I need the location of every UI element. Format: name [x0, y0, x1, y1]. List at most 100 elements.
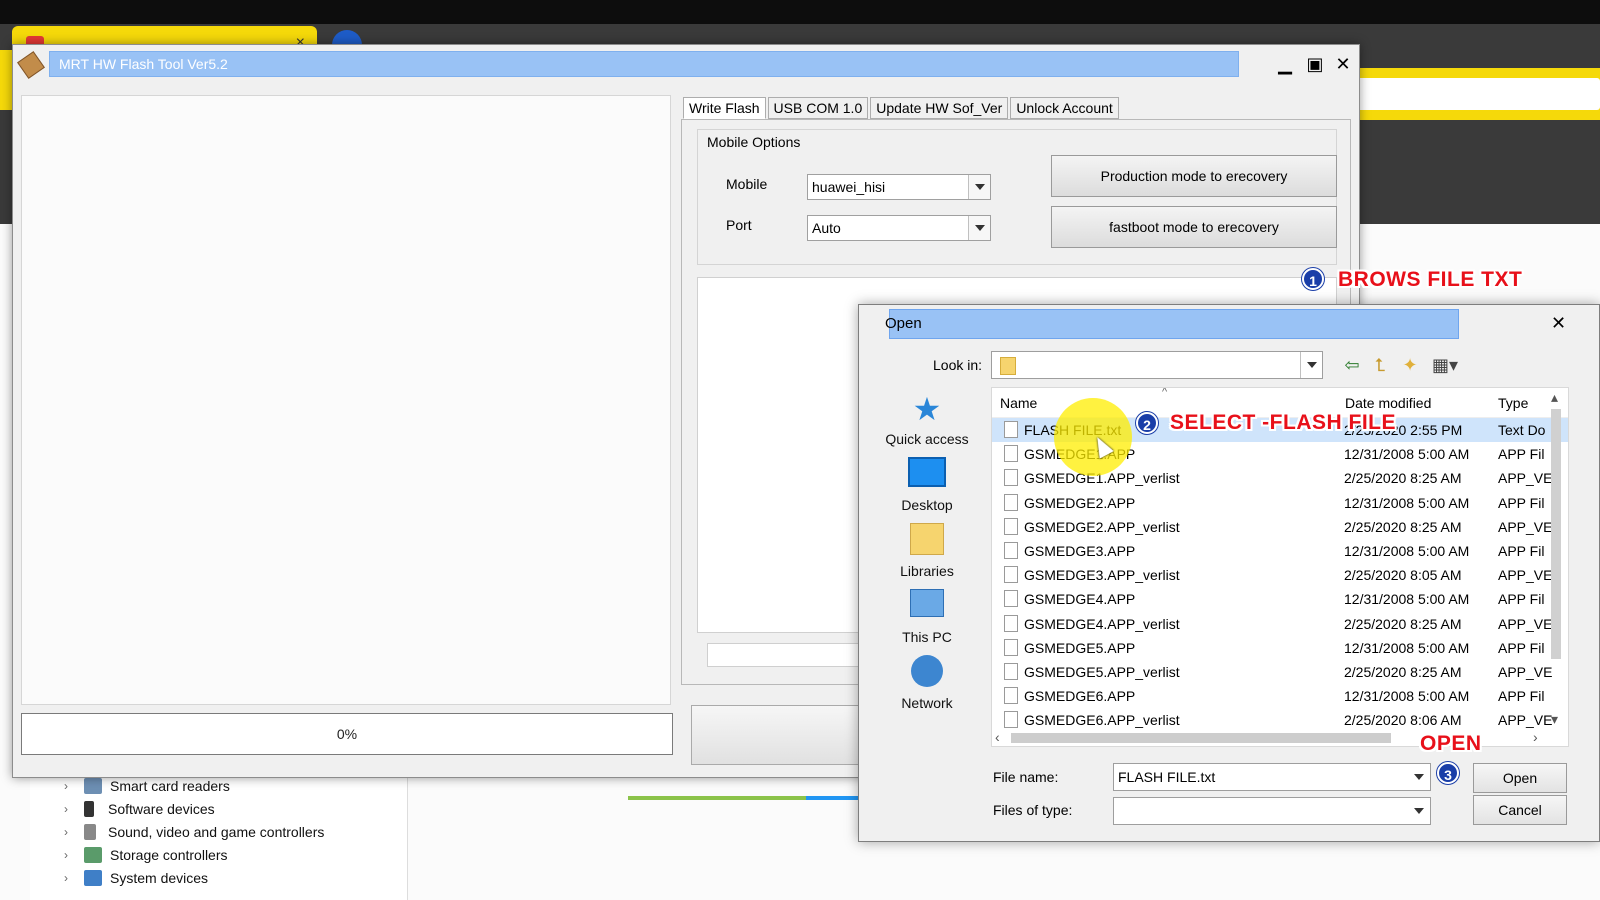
- cancel-button[interactable]: Cancel: [1473, 795, 1567, 825]
- tab-usb-com[interactable]: USB COM 1.0: [767, 97, 869, 119]
- address-bar[interactable]: [1345, 78, 1600, 110]
- sort-caret-icon: ^: [1162, 387, 1168, 398]
- scroll-up-icon[interactable]: ▴: [1551, 389, 1558, 406]
- place-desktop[interactable]: Desktop: [881, 457, 973, 513]
- file-name-input[interactable]: FLASH FILE.txt: [1113, 763, 1431, 791]
- file-row[interactable]: GSMEDGE3.APP_verlist 2/25/2020 8:05 AM APP…: [992, 563, 1568, 587]
- system-icon: [84, 870, 102, 886]
- file-row[interactable]: GSMEDGE2.APP 12/31/2008 5:00 AM APP Fil: [992, 491, 1568, 515]
- file-row[interactable]: GSMEDGE6.APP 12/31/2008 5:00 AM APP Fil: [992, 684, 1568, 708]
- file-row[interactable]: GSMEDGE4.APP 12/31/2008 5:00 AM APP Fil: [992, 587, 1568, 611]
- place-quick-access[interactable]: ★ Quick access: [881, 391, 973, 447]
- open-file-dialog: Open ✕ Look in: ⇦ ⮤ ✦ ▦▾ ★ Quick access …: [858, 304, 1600, 842]
- device-item-software-devices[interactable]: › Software devices: [64, 798, 215, 820]
- back-arrow-icon[interactable]: ⇦: [1341, 355, 1363, 375]
- file-icon: [1004, 662, 1018, 680]
- file-date: 12/31/2008 5:00 AM: [1344, 591, 1470, 608]
- card-reader-icon: [84, 778, 102, 794]
- open-button[interactable]: Open: [1473, 763, 1567, 793]
- up-folder-icon[interactable]: ⮤: [1369, 355, 1391, 375]
- file-row[interactable]: GSMEDGE3.APP 12/31/2008 5:00 AM APP Fil: [992, 539, 1568, 563]
- progress-line-green: [628, 796, 808, 800]
- chevron-down-icon[interactable]: [968, 216, 990, 240]
- file-icon: [1004, 445, 1018, 463]
- scroll-down-icon[interactable]: ▾: [1551, 711, 1558, 728]
- file-name: GSMEDGE5.APP: [1024, 639, 1136, 656]
- file-row[interactable]: GSMEDGE5.APP 12/31/2008 5:00 AM APP Fil: [992, 636, 1568, 660]
- file-name: GSMEDGE4.APP_verlist: [1024, 615, 1180, 632]
- place-network[interactable]: Network: [881, 655, 973, 711]
- file-icon: [1004, 614, 1018, 632]
- dialog-title: Open: [885, 315, 922, 332]
- file-row[interactable]: GSMEDGE2.APP_verlist 2/25/2020 8:25 AM APP…: [992, 515, 1568, 539]
- title-bar[interactable]: MRT HW Flash Tool Ver5.2 ▁ ▣ ✕: [13, 45, 1359, 85]
- chevron-down-icon[interactable]: [1408, 764, 1430, 790]
- file-name: GSMEDGE6.APP: [1024, 688, 1136, 705]
- file-date: 12/31/2008 5:00 AM: [1344, 446, 1470, 463]
- mobile-label: Mobile: [726, 176, 768, 192]
- file-name-value: FLASH FILE.txt: [1118, 769, 1216, 785]
- files-of-type-select[interactable]: [1113, 797, 1431, 825]
- vertical-scroll-thumb[interactable]: [1551, 409, 1561, 659]
- expand-chevron-icon[interactable]: ›: [64, 848, 80, 862]
- new-folder-icon[interactable]: ✦: [1399, 355, 1421, 375]
- place-this-pc[interactable]: This PC: [881, 589, 973, 645]
- device-item-smart-card-readers[interactable]: › Smart card readers: [64, 775, 230, 797]
- scroll-left-icon[interactable]: ‹: [995, 729, 1000, 745]
- file-date: 2/25/2020 8:25 AM: [1344, 518, 1462, 535]
- file-type: APP_VE: [1498, 615, 1553, 632]
- step-3-badge: 3: [1437, 762, 1459, 784]
- place-label: Libraries: [900, 563, 954, 579]
- expand-chevron-icon[interactable]: ›: [64, 871, 80, 885]
- mobile-options-title: Mobile Options: [703, 134, 805, 150]
- file-icon: [1004, 541, 1018, 559]
- maximize-icon[interactable]: ▣: [1301, 51, 1329, 77]
- file-row[interactable]: GSMEDGE4.APP_verlist 2/25/2020 8:25 AM APP…: [992, 612, 1568, 636]
- libraries-icon: [910, 523, 944, 555]
- file-type: APP Fil: [1498, 494, 1545, 511]
- file-row[interactable]: GSMEDGE5.APP_verlist 2/25/2020 8:25 AM APP…: [992, 660, 1568, 684]
- tab-update-hw[interactable]: Update HW Sof_Ver: [870, 97, 1009, 119]
- tab-unlock-account[interactable]: Unlock Account: [1010, 97, 1119, 119]
- place-libraries[interactable]: Libraries: [881, 523, 973, 579]
- device-item-system[interactable]: › System devices: [64, 867, 208, 889]
- production-to-erecovery-button[interactable]: Production mode to erecovery: [1051, 155, 1337, 197]
- chevron-down-icon[interactable]: [1408, 798, 1430, 824]
- step-2-annotation: SELECT -FLASH FILE: [1170, 411, 1396, 434]
- file-icon: [1004, 566, 1018, 584]
- file-date: 12/31/2008 5:00 AM: [1344, 639, 1470, 656]
- column-name[interactable]: Name: [1000, 395, 1037, 411]
- mobile-select[interactable]: huawei_hisi: [807, 174, 991, 200]
- file-date: 12/31/2008 5:00 AM: [1344, 494, 1470, 511]
- file-icon: [1004, 590, 1018, 608]
- horizontal-scroll-thumb[interactable]: [1011, 733, 1391, 743]
- close-icon[interactable]: ✕: [1329, 51, 1357, 77]
- vertical-scrollbar[interactable]: ▴ ▾: [1547, 389, 1565, 729]
- tab-write-flash[interactable]: Write Flash: [683, 97, 766, 119]
- device-item-storage[interactable]: › Storage controllers: [64, 844, 228, 866]
- column-date-modified[interactable]: Date modified: [1345, 395, 1431, 411]
- progress-bar: 0%: [21, 713, 673, 755]
- minimize-icon[interactable]: ▁: [1271, 51, 1299, 77]
- file-name-label: File name:: [993, 769, 1059, 785]
- expand-chevron-icon[interactable]: ›: [64, 825, 80, 839]
- fastboot-to-erecovery-button[interactable]: fastboot mode to erecovery: [1051, 206, 1337, 248]
- file-type: APP_VE: [1498, 712, 1553, 729]
- file-name: GSMEDGE6.APP_verlist: [1024, 712, 1180, 729]
- view-menu-icon[interactable]: ▦▾: [1429, 355, 1461, 375]
- file-type: APP_VE: [1498, 567, 1553, 584]
- chevron-down-icon[interactable]: [1300, 352, 1322, 378]
- look-in-select[interactable]: [991, 351, 1323, 379]
- expand-chevron-icon[interactable]: ›: [64, 802, 80, 816]
- column-type[interactable]: Type: [1498, 395, 1528, 411]
- dialog-close-icon[interactable]: ✕: [1551, 313, 1566, 334]
- chevron-down-icon[interactable]: [968, 175, 990, 199]
- scroll-right-icon[interactable]: ›: [1533, 729, 1538, 745]
- device-item-sound[interactable]: › Sound, video and game controllers: [64, 821, 324, 843]
- expand-chevron-icon[interactable]: ›: [64, 779, 80, 793]
- place-label: This PC: [902, 629, 952, 645]
- port-select[interactable]: Auto: [807, 215, 991, 241]
- file-name: GSMEDGE5.APP_verlist: [1024, 663, 1180, 680]
- file-date: 2/25/2020 8:25 AM: [1344, 615, 1462, 632]
- progress-line-blue: [806, 796, 858, 800]
